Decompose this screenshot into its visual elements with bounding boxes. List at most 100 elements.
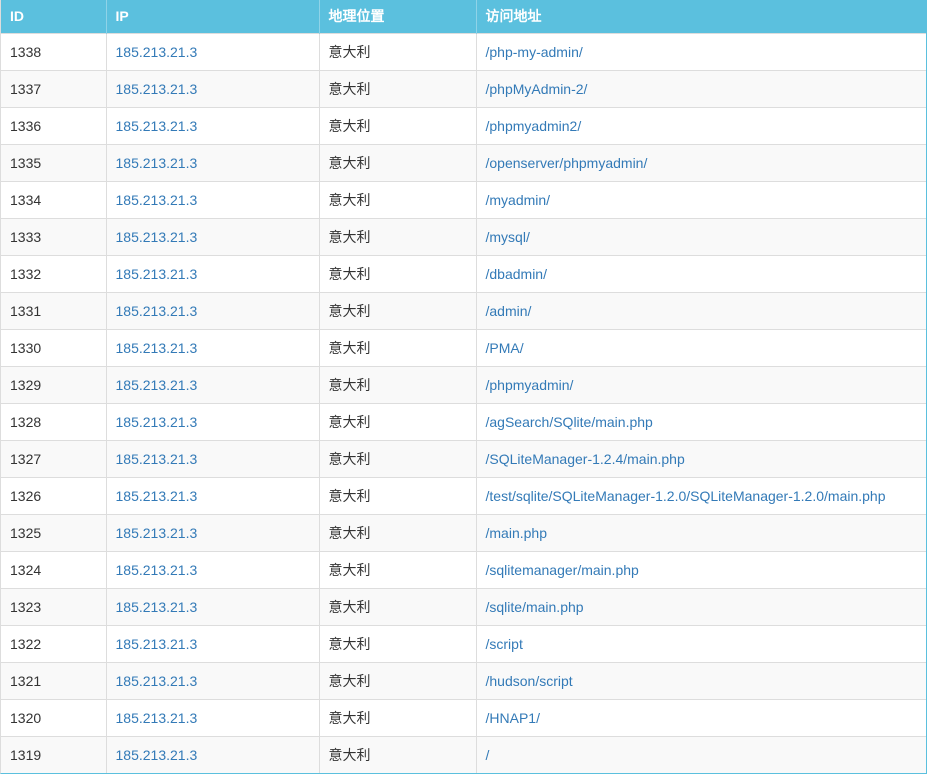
table-row: 1322 185.213.21.3 意大利/script bbox=[1, 624, 926, 662]
cell-ip-link[interactable]: 185.213.21.3 bbox=[116, 192, 198, 208]
cell-ip-link[interactable]: 185.213.21.3 bbox=[116, 414, 198, 430]
cell-id: 1336 bbox=[10, 117, 42, 134]
cell-url-link[interactable]: /script bbox=[486, 636, 523, 652]
cell-url-link[interactable]: /mysql/ bbox=[486, 229, 530, 245]
cell-ip-link[interactable]: 185.213.21.3 bbox=[116, 599, 198, 615]
cell-url: /hudson/script bbox=[476, 661, 926, 699]
cell-ip-link[interactable]: 185.213.21.3 bbox=[116, 155, 198, 171]
cell-url-link[interactable]: /phpmyadmin/ bbox=[486, 377, 574, 393]
cell-url-link[interactable]: /openserver/phpmyadmin/ bbox=[486, 155, 648, 171]
cell-id: 1338 bbox=[10, 43, 42, 60]
cell-id: 1329 bbox=[10, 376, 42, 393]
header-url: 访问地址 bbox=[485, 8, 542, 25]
cell-url-link[interactable]: /sqlite/main.php bbox=[486, 599, 584, 615]
cell-location: 意大利 bbox=[328, 598, 371, 615]
cell-url-link[interactable]: /agSearch/SQlite/main.php bbox=[486, 414, 653, 430]
cell-id: 1323 bbox=[1, 587, 107, 625]
table-row: 1336 185.213.21.3 意大利/phpmyadmin2/ bbox=[1, 106, 926, 144]
cell-location: 意大利 bbox=[319, 624, 477, 662]
cell-id: 1323 bbox=[10, 598, 42, 615]
cell-ip-link[interactable]: 185.213.21.3 bbox=[116, 525, 198, 541]
cell-url-link[interactable]: /phpMyAdmin-2/ bbox=[486, 81, 588, 97]
cell-id: 1327 bbox=[1, 439, 107, 477]
cell-ip-link[interactable]: 185.213.21.3 bbox=[116, 81, 198, 97]
cell-id: 1334 bbox=[1, 180, 107, 218]
cell-ip-link[interactable]: 185.213.21.3 bbox=[116, 377, 198, 393]
cell-ip-link[interactable]: 185.213.21.3 bbox=[116, 636, 198, 652]
cell-id: 1331 bbox=[1, 291, 107, 329]
cell-url-link[interactable]: /myadmin/ bbox=[486, 192, 551, 208]
cell-url-link[interactable]: /phpmyadmin2/ bbox=[486, 118, 582, 134]
cell-url-link[interactable]: /admin/ bbox=[486, 303, 532, 319]
cell-url-link[interactable]: /hudson/script bbox=[486, 673, 573, 689]
cell-url: /admin/ bbox=[476, 291, 926, 329]
table-row: 1325 185.213.21.3 意大利/main.php bbox=[1, 513, 926, 551]
cell-ip-link[interactable]: 185.213.21.3 bbox=[116, 229, 198, 245]
cell-location: 意大利 bbox=[319, 143, 477, 181]
cell-id: 1333 bbox=[1, 217, 107, 255]
cell-id: 1332 bbox=[1, 254, 107, 292]
cell-url-link[interactable]: /SQLiteManager-1.2.4/main.php bbox=[486, 451, 685, 467]
cell-id: 1335 bbox=[10, 154, 42, 171]
cell-ip-link[interactable]: 185.213.21.3 bbox=[116, 44, 198, 60]
cell-url: /phpmyadmin2/ bbox=[476, 106, 926, 144]
cell-url: /script bbox=[476, 624, 926, 662]
visit-log-table: ID IP 地理位置 访问地址 1338 185.213.21.3 意大利/php-… bbox=[1, 0, 926, 773]
cell-ip-link[interactable]: 185.213.21.3 bbox=[116, 710, 198, 726]
cell-url: / bbox=[476, 735, 926, 773]
cell-ip: 185.213.21.3 bbox=[106, 402, 320, 440]
cell-location: 意大利 bbox=[328, 302, 371, 319]
cell-url-link[interactable]: /sqlitemanager/main.php bbox=[486, 562, 639, 578]
cell-ip-link[interactable]: 185.213.21.3 bbox=[116, 562, 198, 578]
cell-id: 1330 bbox=[1, 328, 107, 366]
cell-id: 1324 bbox=[1, 550, 107, 588]
cell-id: 1326 bbox=[1, 476, 107, 514]
cell-id: 1320 bbox=[10, 709, 42, 726]
table-row: 1328 185.213.21.3 意大利/agSearch/SQlite/main… bbox=[1, 402, 926, 440]
cell-id: 1329 bbox=[1, 365, 107, 403]
cell-location: 意大利 bbox=[319, 365, 477, 403]
cell-id: 1319 bbox=[1, 735, 107, 773]
cell-url-link[interactable]: / bbox=[486, 747, 490, 763]
cell-url: /sqlitemanager/main.php bbox=[476, 550, 926, 588]
cell-id: 1322 bbox=[1, 624, 107, 662]
cell-location: 意大利 bbox=[319, 587, 477, 625]
cell-url-link[interactable]: /php-my-admin/ bbox=[486, 44, 583, 60]
cell-url-link[interactable]: /main.php bbox=[486, 525, 547, 541]
cell-ip: 185.213.21.3 bbox=[106, 550, 320, 588]
cell-ip: 185.213.21.3 bbox=[106, 735, 320, 773]
cell-ip-link[interactable]: 185.213.21.3 bbox=[116, 451, 198, 467]
cell-ip: 185.213.21.3 bbox=[106, 476, 320, 514]
cell-url-link[interactable]: /HNAP1/ bbox=[486, 710, 540, 726]
cell-ip: 185.213.21.3 bbox=[106, 254, 320, 292]
cell-location: 意大利 bbox=[319, 106, 477, 144]
cell-url: /phpMyAdmin-2/ bbox=[476, 69, 926, 107]
cell-ip: 185.213.21.3 bbox=[106, 291, 320, 329]
cell-url-link[interactable]: /test/sqlite/SQLiteManager-1.2.0/SQLiteM… bbox=[486, 488, 886, 504]
cell-ip-link[interactable]: 185.213.21.3 bbox=[116, 266, 198, 282]
cell-id: 1328 bbox=[1, 402, 107, 440]
table-row: 1335 185.213.21.3 意大利/openserver/phpmyadmi… bbox=[1, 143, 926, 181]
cell-ip-link[interactable]: 185.213.21.3 bbox=[116, 303, 198, 319]
cell-ip-link[interactable]: 185.213.21.3 bbox=[116, 673, 198, 689]
cell-url: /php-my-admin/ bbox=[476, 32, 926, 70]
cell-url-link[interactable]: /PMA/ bbox=[486, 340, 524, 356]
cell-url-link[interactable]: /dbadmin/ bbox=[486, 266, 547, 282]
cell-id: 1321 bbox=[1, 661, 107, 699]
cell-ip: 185.213.21.3 bbox=[106, 587, 320, 625]
cell-ip-link[interactable]: 185.213.21.3 bbox=[116, 488, 198, 504]
cell-id: 1337 bbox=[10, 80, 42, 97]
cell-location: 意大利 bbox=[328, 228, 371, 245]
cell-location: 意大利 bbox=[328, 154, 371, 171]
cell-ip-link[interactable]: 185.213.21.3 bbox=[116, 118, 198, 134]
cell-ip-link[interactable]: 185.213.21.3 bbox=[116, 340, 198, 356]
cell-ip: 185.213.21.3 bbox=[106, 106, 320, 144]
table-row: 1319 185.213.21.3 意大利 / bbox=[1, 735, 926, 773]
cell-ip-link[interactable]: 185.213.21.3 bbox=[116, 747, 198, 763]
cell-url: /phpmyadmin/ bbox=[476, 365, 926, 403]
cell-url: /test/sqlite/SQLiteManager-1.2.0/SQLiteM… bbox=[476, 476, 926, 514]
cell-location: 意大利 bbox=[328, 191, 371, 208]
cell-location: 意大利 bbox=[319, 32, 477, 70]
cell-ip: 185.213.21.3 bbox=[106, 365, 320, 403]
cell-ip: 185.213.21.3 bbox=[106, 143, 320, 181]
